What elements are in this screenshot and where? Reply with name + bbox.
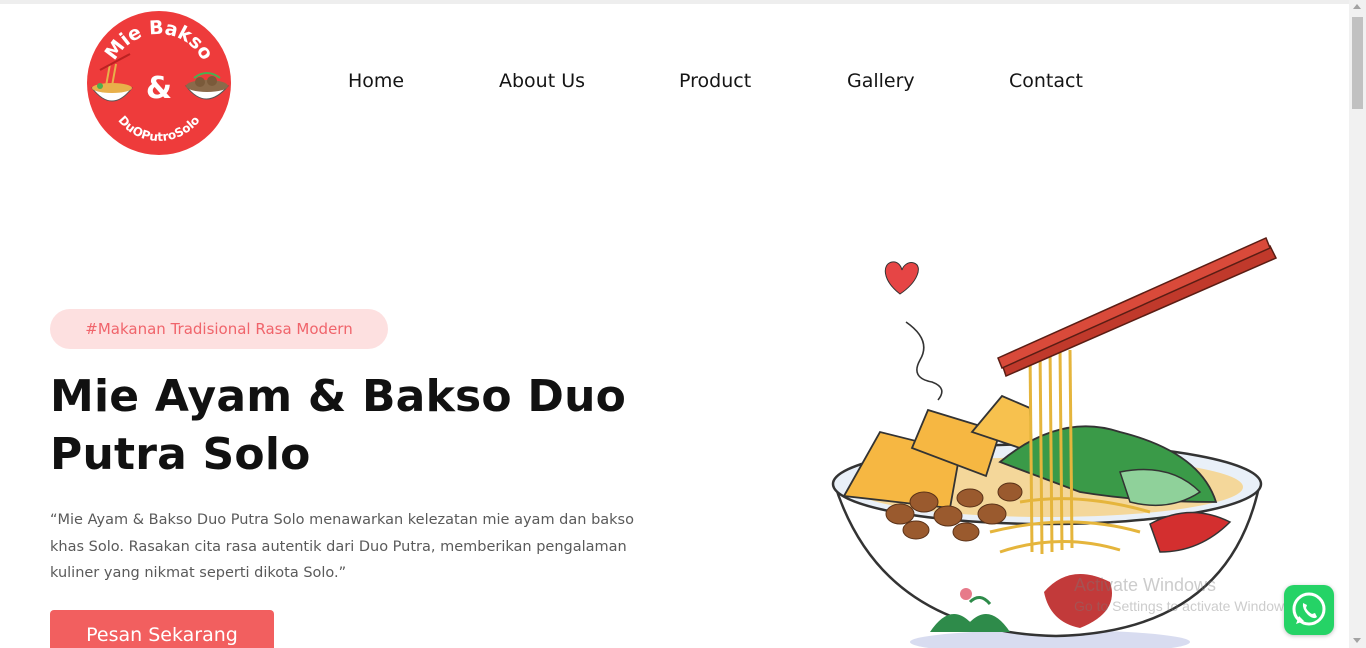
order-now-button[interactable]: Pesan Sekarang <box>50 610 274 648</box>
noodle-bowl-illustration <box>820 232 1300 648</box>
activate-windows-watermark-subtitle: Go to Settings to activate Windows. <box>1074 598 1295 614</box>
nav-home[interactable]: Home <box>348 70 404 92</box>
hero-title: Mie Ayam & Bakso Duo Putra Solo <box>50 368 690 484</box>
hero-title-line-2: Putra Solo <box>50 429 311 480</box>
hero-tag-badge: #Makanan Tradisional Rasa Modern <box>50 309 388 349</box>
hero-description: “Mie Ayam & Bakso Duo Putra Solo menawar… <box>50 512 634 581</box>
scroll-up-arrow-icon[interactable] <box>1353 4 1361 9</box>
scrollbar-thumb[interactable] <box>1352 17 1363 109</box>
whatsapp-icon <box>1292 592 1326 626</box>
chopsticks-icon <box>997 236 1278 378</box>
hero-title-line-1: Mie Ayam & Bakso Duo <box>50 371 627 422</box>
logo-ampersand: & <box>146 71 172 106</box>
nav-gallery[interactable]: Gallery <box>847 70 915 92</box>
top-border <box>0 0 1349 4</box>
nav-product[interactable]: Product <box>679 70 751 92</box>
nav-contact[interactable]: Contact <box>1009 70 1083 92</box>
activate-windows-watermark-title: Activate Windows <box>1074 575 1217 595</box>
scroll-down-arrow-icon[interactable] <box>1353 638 1361 643</box>
nav-about-us[interactable]: About Us <box>499 70 585 92</box>
heart-icon <box>884 261 943 401</box>
brand-logo[interactable]: Mie Bakso DuOPutroSolo & <box>86 10 232 156</box>
whatsapp-button[interactable] <box>1284 585 1334 635</box>
